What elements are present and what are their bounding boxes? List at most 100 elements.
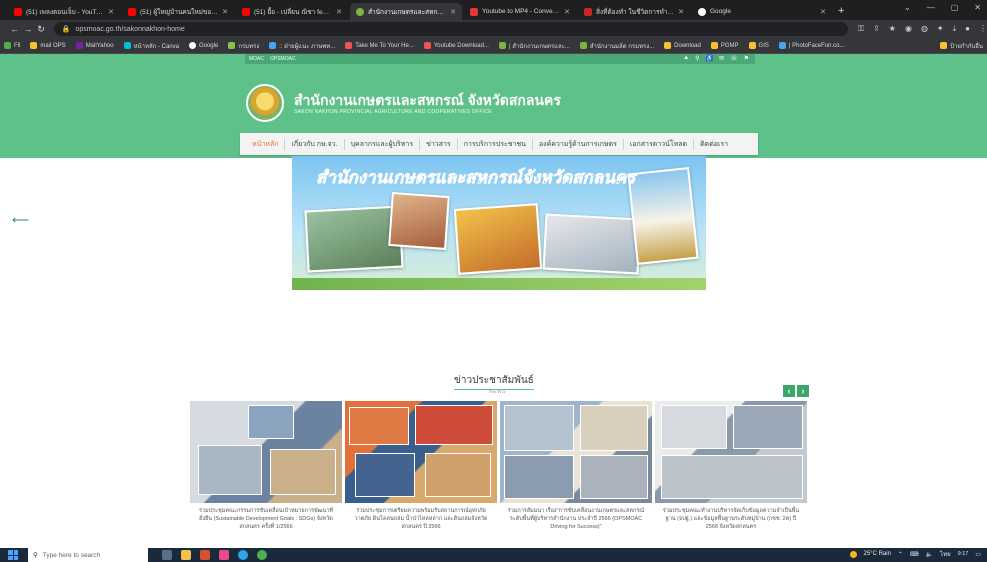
file-explorer-icon[interactable] <box>181 550 191 560</box>
address-bar[interactable]: 🔒 opsmoac.go.th/sakonnakhon-home <box>53 22 848 36</box>
news-card-image[interactable] <box>500 401 652 503</box>
news-card-image[interactable] <box>345 401 497 503</box>
puzzle-icon[interactable]: ✦ <box>937 24 944 34</box>
weather-text[interactable]: 25°C Rain <box>864 551 891 557</box>
news-card-caption[interactable]: ร่วมประชุมการเตรียมความพร้อมรับสถานการณ์… <box>345 508 497 532</box>
profile-icon[interactable]: ● <box>965 24 970 34</box>
edge-icon[interactable] <box>238 550 248 560</box>
maximize-icon[interactable]: ▢ <box>951 3 959 12</box>
bookmark-overflow[interactable]: ป้ายกำกับอื่น <box>940 41 987 51</box>
bookmark[interactable]: :: ฝ่ายผู้แนะ ภาษพท... <box>269 41 335 51</box>
location-icon[interactable]: ⚑ <box>744 55 749 62</box>
topbar-link[interactable]: OPSMOAC <box>270 56 296 62</box>
download-icon[interactable]: ⤓ <box>953 24 957 34</box>
browser-tab[interactable]: (51) เพลงตอนเจ็บ - YouTube ✕ <box>8 3 120 20</box>
menu-about[interactable]: เกี่ยวกับ กษ.จว. <box>285 138 345 150</box>
extension-icon[interactable]: ◍ <box>921 24 928 34</box>
carousel-next-button[interactable]: › <box>797 385 809 397</box>
browser-tab[interactable]: (51) ผู้ใหญ่บ้านคนใหม่ของหมู่บ้าน ✕ <box>122 3 234 20</box>
menu-home[interactable]: หน้าหลัก <box>246 138 286 150</box>
menu-personnel[interactable]: บุคลากรและผู้บริหาร <box>345 138 421 150</box>
tab-close-icon[interactable]: ✕ <box>108 8 114 16</box>
input-language[interactable]: ไทย <box>940 549 951 559</box>
menu-contact[interactable]: ติดต่อเรา <box>694 139 734 150</box>
windows-start-icon[interactable] <box>8 550 18 560</box>
menu-knowledge[interactable]: องค์ความรู้ด้านการเกษตร <box>533 138 624 150</box>
news-card-image[interactable] <box>190 401 342 503</box>
bookmark[interactable]: GIS <box>748 42 769 49</box>
bookmark[interactable]: Youtube Download... <box>423 42 489 49</box>
menu-services[interactable]: การบริการประชาชน <box>458 138 533 150</box>
chrome-icon[interactable] <box>257 550 267 560</box>
hero-banner[interactable]: สำนักงานเกษตรและสหกรณ์จังหวัดสกลนคร <box>292 156 706 290</box>
banner-photo <box>542 213 642 275</box>
browser-tab-active[interactable]: สำนักงานเกษตรและสหกรณ์ จังหวัด ✕ <box>350 3 462 20</box>
tab-close-icon[interactable]: ✕ <box>678 8 684 16</box>
browser-tab-strip: (51) เพลงตอนเจ็บ - YouTube ✕ (51) ผู้ใหญ… <box>0 0 987 20</box>
browser-tab[interactable]: (51) ยื้อ - เปลี่ยน ณิชา feat. ต้นตระ ✕ <box>236 3 348 20</box>
bookmark[interactable]: Take Me To Your He... <box>345 42 414 49</box>
news-card[interactable]: ร่วมการสัมมนา เรื่อง"การขับเคลื่อนงานเกษ… <box>500 401 652 532</box>
bookmark[interactable]: Google <box>188 42 218 49</box>
mail-icon[interactable]: ✉ <box>719 55 724 62</box>
bookmark[interactable]: หน้าหลัก - Canva <box>123 41 179 51</box>
menu-news[interactable]: ข่าวสาร <box>420 138 458 150</box>
agency-logo[interactable] <box>246 84 284 122</box>
tab-search-icon[interactable]: ⌄ <box>904 3 911 12</box>
tab-close-icon[interactable]: ✕ <box>820 8 826 16</box>
forward-icon[interactable]: → <box>21 24 34 34</box>
bookmark[interactable]: | PhotoFaceFun.co... <box>778 42 844 49</box>
task-view-icon[interactable] <box>162 550 172 560</box>
new-tab-button[interactable]: + <box>838 3 844 20</box>
tab-close-icon[interactable]: ✕ <box>564 8 570 16</box>
user-icon[interactable]: ▲ <box>683 55 689 62</box>
network-icon[interactable]: ⌨ <box>910 551 919 558</box>
topbar-link[interactable]: MOAC <box>249 56 264 62</box>
back-arrow-icon[interactable]: ⟵ <box>12 213 29 227</box>
bookmark[interactable]: สำนักงานมล์ด กรมทรง... <box>579 41 654 51</box>
news-card-caption[interactable]: ร่วมประชุมคณะทำงานบริหารจัดเก็บข้อมูลควา… <box>655 508 807 532</box>
news-card[interactable]: ร่วมประชุมคณะทำงานบริหารจัดเก็บข้อมูลควา… <box>655 401 807 532</box>
search-icon[interactable]: ⚲ <box>695 55 699 62</box>
weather-icon[interactable] <box>849 550 857 558</box>
key-icon[interactable]: ⚿ <box>858 24 864 34</box>
tab-close-icon[interactable]: ✕ <box>222 8 228 16</box>
back-icon[interactable]: ← <box>8 24 21 34</box>
tray-arrow-icon[interactable]: ⌃ <box>898 551 903 558</box>
carousel-prev-button[interactable]: ‹ <box>783 385 795 397</box>
menu-downloads[interactable]: เอกสารดาวน์โหลด <box>624 138 695 150</box>
minimize-icon[interactable]: — <box>927 3 935 12</box>
bookmark[interactable]: mail OPS <box>30 42 66 49</box>
tab-close-icon[interactable]: ✕ <box>450 8 456 16</box>
taskbar-search-input[interactable]: ⚲ Type here to search <box>28 548 148 562</box>
reload-icon[interactable]: ↻ <box>34 24 47 35</box>
browser-tab[interactable]: Youtube to MP4 - Convert Your ✕ <box>464 3 576 20</box>
news-card[interactable]: ร่วมประชุมคณะกรรมการขับเคลื่อนเป้าหมายกา… <box>190 401 342 532</box>
lock-icon[interactable]: 🔒 <box>62 25 71 33</box>
star-icon[interactable]: ★ <box>889 24 896 34</box>
phone-icon[interactable]: ☏ <box>730 55 738 62</box>
clock[interactable]: 9:17 <box>958 551 969 557</box>
bookmark[interactable]: | สำนักงานเกษตรและ... <box>498 41 570 51</box>
browser-tab[interactable]: สิ่งที่ต้องทำ ในชีวิตการทำงาน ✕ <box>578 3 690 20</box>
news-card-image[interactable] <box>655 401 807 503</box>
menu-icon[interactable]: ⋮ <box>979 24 987 34</box>
notification-icon[interactable]: ▭ <box>975 551 981 558</box>
bookmark[interactable]: Fil <box>4 42 20 49</box>
tab-close-icon[interactable]: ✕ <box>336 8 342 16</box>
bookmark[interactable]: กรมทรง <box>228 41 259 51</box>
bookmark[interactable]: MailYahoo <box>75 42 114 49</box>
news-card-caption[interactable]: ร่วมการสัมมนา เรื่อง"การขับเคลื่อนงานเกษ… <box>500 508 652 532</box>
share-icon[interactable]: ⇪ <box>873 24 880 34</box>
paint-icon[interactable] <box>219 550 229 560</box>
accessibility-icon[interactable]: ♿ <box>706 55 713 62</box>
browser-tab[interactable]: Google ✕ <box>692 3 832 20</box>
bookmark[interactable]: Download <box>664 42 701 49</box>
volume-icon[interactable]: 🔈 <box>926 551 933 558</box>
news-card-caption[interactable]: ร่วมประชุมคณะกรรมการขับเคลื่อนเป้าหมายกา… <box>190 508 342 532</box>
close-window-icon[interactable]: ✕ <box>974 3 981 12</box>
news-card[interactable]: ร่วมประชุมการเตรียมความพร้อมรับสถานการณ์… <box>345 401 497 532</box>
extension-icon[interactable]: ◉ <box>905 24 912 34</box>
powerpoint-icon[interactable] <box>200 550 210 560</box>
bookmark[interactable]: PGMP <box>710 42 739 49</box>
